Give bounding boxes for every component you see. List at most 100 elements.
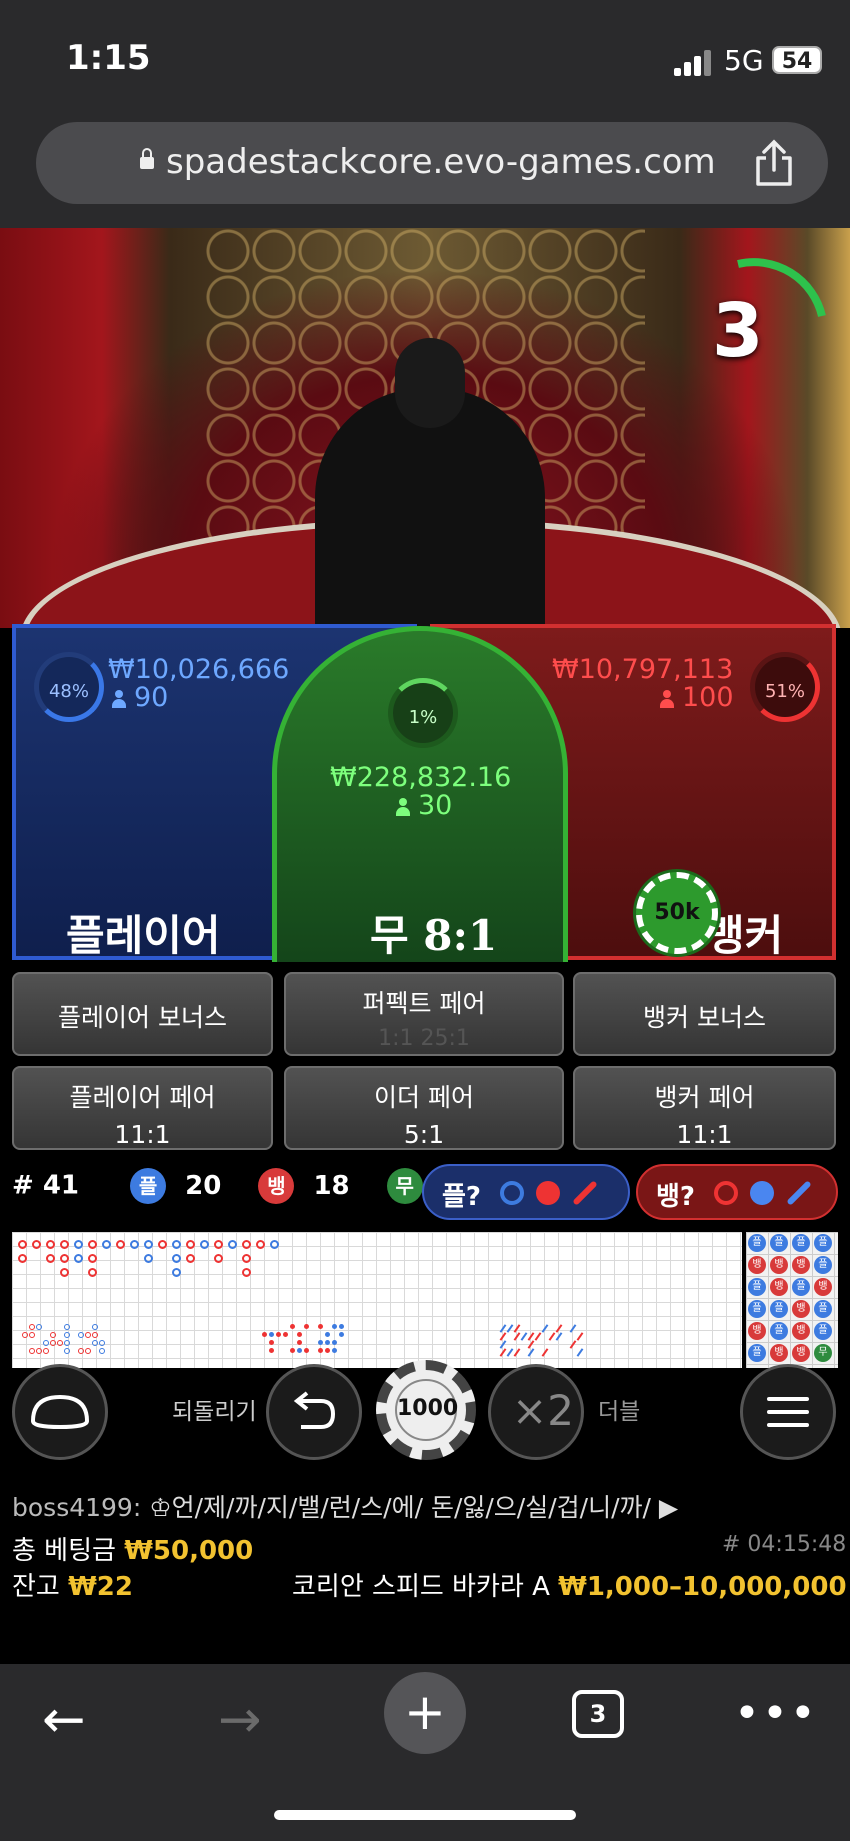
bead-mark: 뱅 xyxy=(748,1322,766,1340)
tie-count-value: 30 xyxy=(418,790,453,821)
road-mark xyxy=(18,1240,27,1249)
total-bet-label: 총 베팅금 xyxy=(12,1536,116,1566)
road-mark xyxy=(50,1340,56,1346)
tie-dot: 무 xyxy=(386,1168,423,1204)
perfect-pair-button[interactable]: 퍼펙트 페어 1:1 25:1 xyxy=(284,972,564,1056)
url-text[interactable]: spadestackcore.evo-games.com xyxy=(166,142,716,182)
road-mark xyxy=(520,1332,528,1341)
road-mark xyxy=(332,1324,337,1329)
blue-dot-icon xyxy=(750,1181,774,1205)
bead-mark: 뱅 xyxy=(792,1322,810,1340)
new-tab-icon[interactable]: + xyxy=(384,1672,466,1754)
bead-mark: 플 xyxy=(792,1234,810,1252)
table-view-button[interactable] xyxy=(12,1364,108,1460)
share-icon[interactable] xyxy=(752,138,796,188)
chip-value: 1000 xyxy=(395,1379,458,1441)
chip-selector[interactable]: 1000 xyxy=(376,1360,476,1460)
road-mark xyxy=(46,1240,55,1249)
ask-player-button[interactable]: 플? xyxy=(422,1164,630,1220)
bead-mark: 플 xyxy=(792,1278,810,1296)
road-mark xyxy=(99,1348,105,1354)
lock-icon xyxy=(140,148,154,169)
bead-mark: 플 xyxy=(814,1322,832,1340)
more-icon[interactable]: ••• xyxy=(734,1688,818,1739)
road-mark xyxy=(172,1254,181,1263)
ask-banker-button[interactable]: 뱅? xyxy=(636,1164,838,1220)
bead-mark: 플 xyxy=(770,1234,788,1252)
road-mark xyxy=(569,1324,577,1333)
banker-pair-button[interactable]: 뱅커 페어 11:1 xyxy=(573,1066,836,1150)
road-mark xyxy=(92,1340,98,1346)
balance-label: 잔고 xyxy=(12,1572,60,1602)
total-bet-value: ₩50,000 xyxy=(124,1536,254,1566)
undo-label: 되돌리기 xyxy=(172,1399,257,1425)
road-mark xyxy=(200,1240,209,1249)
road-mark xyxy=(297,1332,302,1337)
tabs-button[interactable]: 3 xyxy=(572,1690,624,1738)
big-road-scoreboard[interactable] xyxy=(12,1232,742,1368)
road-mark xyxy=(88,1268,97,1277)
network-type: 5G xyxy=(724,44,764,77)
road-mark xyxy=(88,1240,97,1249)
player-count: 90 xyxy=(112,682,168,713)
road-mark xyxy=(576,1348,584,1357)
road-mark xyxy=(325,1332,330,1337)
road-mark xyxy=(527,1332,535,1341)
road-mark xyxy=(144,1240,153,1249)
player-bonus-button[interactable]: 플레이어 보너스 xyxy=(12,972,273,1056)
road-mark xyxy=(325,1340,330,1345)
road-mark xyxy=(74,1240,83,1249)
home-indicator xyxy=(274,1810,576,1820)
road-mark xyxy=(158,1240,167,1249)
countdown-timer: 3 xyxy=(712,288,764,374)
road-mark xyxy=(18,1254,27,1263)
road-mark xyxy=(499,1348,507,1357)
balance: 잔고 ₩22 xyxy=(12,1566,133,1603)
road-mark xyxy=(534,1332,542,1341)
game-id: # 04:15:48 xyxy=(722,1532,847,1557)
banker-wins: 18 xyxy=(313,1170,350,1201)
tie-count: 30 xyxy=(396,790,452,821)
status-time: 1:15 xyxy=(66,38,151,78)
undo-button[interactable] xyxy=(266,1364,362,1460)
road-mark xyxy=(60,1268,69,1277)
placed-chip[interactable]: 50k xyxy=(636,872,718,954)
road-mark xyxy=(339,1324,344,1329)
either-pair-button[interactable]: 이더 페어 5:1 xyxy=(284,1066,564,1150)
road-mark xyxy=(172,1240,181,1249)
road-mark xyxy=(242,1240,251,1249)
chat-message: boss4199: ♔언/제/까/지/밸/런/스/에/ 돈/잃/으/실/겁/니/… xyxy=(12,1488,678,1524)
road-mark xyxy=(297,1340,302,1345)
banker-percent: 51% xyxy=(750,652,820,722)
bet-limits: ₩1,000–10,000,000 xyxy=(558,1572,847,1602)
bead-mark: 플 xyxy=(814,1256,832,1274)
road-mark xyxy=(499,1340,507,1349)
tie-percent: 1% xyxy=(388,678,458,748)
back-arrow-icon[interactable]: ← xyxy=(42,1690,86,1750)
road-mark xyxy=(499,1324,507,1333)
perfect-pair-odds: 1:1 25:1 xyxy=(378,1026,470,1051)
road-mark xyxy=(283,1332,288,1337)
road-mark xyxy=(269,1340,274,1345)
bead-road-scoreboard[interactable]: 플뱅플플뱅플플뱅뱅플플뱅플뱅플뱅뱅뱅플플뱅플플무 xyxy=(746,1232,838,1368)
road-mark xyxy=(339,1332,344,1337)
menu-button[interactable] xyxy=(740,1364,836,1460)
player-bonus-label: 플레이어 보너스 xyxy=(58,1003,227,1032)
forward-arrow-icon[interactable]: → xyxy=(218,1690,262,1750)
red-slash-icon xyxy=(572,1180,598,1206)
bead-mark: 뱅 xyxy=(770,1256,788,1274)
bead-mark: 뱅 xyxy=(770,1344,788,1362)
blue-ring-icon xyxy=(500,1181,524,1205)
road-mark xyxy=(144,1254,153,1263)
player-pair-button[interactable]: 플레이어 페어 11:1 xyxy=(12,1066,273,1150)
road-mark xyxy=(269,1332,274,1337)
bead-mark: 플 xyxy=(748,1278,766,1296)
banker-bonus-button[interactable]: 뱅커 보너스 xyxy=(573,972,836,1056)
bead-mark: 플 xyxy=(770,1322,788,1340)
road-mark xyxy=(541,1324,549,1333)
player-wins: 20 xyxy=(185,1170,222,1201)
road-mark xyxy=(64,1324,70,1330)
bead-mark: 뱅 xyxy=(770,1278,788,1296)
table-name: 코리안 스피드 바카라 A xyxy=(292,1572,550,1602)
road-mark xyxy=(99,1340,105,1346)
